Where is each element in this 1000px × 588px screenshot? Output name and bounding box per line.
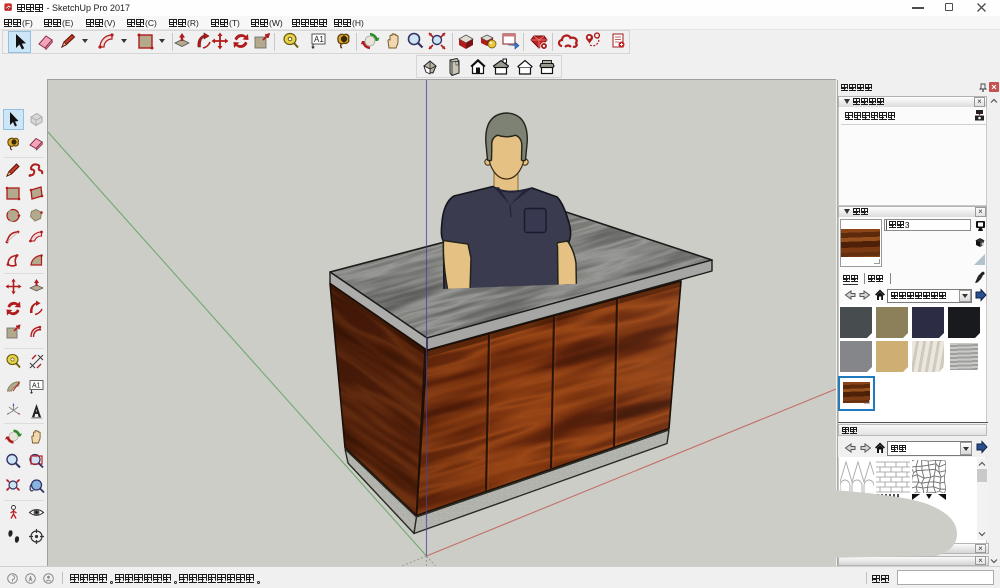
svg-text:A1: A1 bbox=[32, 382, 41, 389]
svg-text:A1: A1 bbox=[314, 35, 324, 44]
